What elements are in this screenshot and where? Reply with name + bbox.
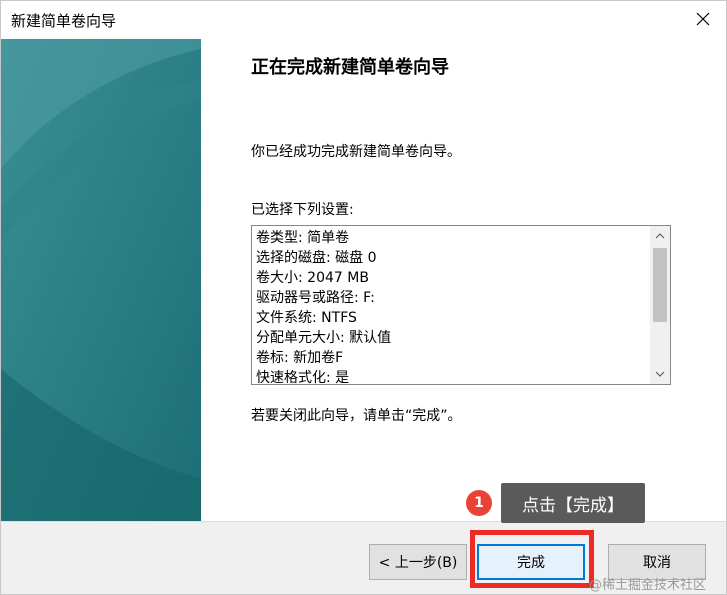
settings-item: 分配单元大小: 默认值 <box>256 330 392 346</box>
settings-label: 已选择下列设置: <box>251 202 354 218</box>
back-button[interactable]: < 上一步(B) <box>369 544 467 580</box>
settings-item: 卷大小: 2047 MB <box>256 270 369 286</box>
page-title: 正在完成新建简单卷向导 <box>251 57 449 78</box>
scroll-up-button[interactable] <box>650 226 670 246</box>
vertical-scrollbar[interactable] <box>650 226 670 384</box>
scroll-thumb[interactable] <box>653 248 667 322</box>
instruction-callout: 点击【完成】 <box>501 483 645 523</box>
close-button[interactable] <box>680 1 726 37</box>
title-bar: 新建简单卷向导 <box>1 1 726 39</box>
scroll-down-button[interactable] <box>650 364 670 384</box>
settings-list: 卷类型: 简单卷 选择的磁盘: 磁盘 0 卷大小: 2047 MB 驱动器号或路… <box>256 228 646 385</box>
wizard-content: 正在完成新建简单卷向导 你已经成功完成新建简单卷向导。 已选择下列设置: 卷类型… <box>201 39 726 521</box>
close-icon <box>696 12 710 26</box>
settings-item: 驱动器号或路径: F: <box>256 290 375 306</box>
step-badge: 1 <box>466 490 492 516</box>
settings-item: 卷类型: 简单卷 <box>256 230 350 246</box>
window-title: 新建简单卷向导 <box>11 12 117 30</box>
banner-graphic <box>1 39 201 521</box>
settings-item: 选择的磁盘: 磁盘 0 <box>256 250 377 266</box>
finish-button[interactable]: 完成 <box>477 544 585 580</box>
wizard-side-banner <box>1 39 201 521</box>
success-message: 你已经成功完成新建简单卷向导。 <box>251 144 461 160</box>
wizard-dialog: 新建简单卷向导 正在完成新建简单卷向导 你已经成功完成新建简单卷向导。 已选择下… <box>0 0 727 595</box>
watermark: @稀土掘金技术社区 <box>589 578 707 593</box>
settings-listbox[interactable]: 卷类型: 简单卷 选择的磁盘: 磁盘 0 卷大小: 2047 MB 驱动器号或路… <box>251 225 671 385</box>
settings-item: 卷标: 新加卷F <box>256 350 344 366</box>
close-hint: 若要关闭此向导，请单击“完成”。 <box>251 408 462 424</box>
settings-item: 快速格式化: 是 <box>256 370 350 385</box>
settings-item: 文件系统: NTFS <box>256 310 357 326</box>
chevron-down-icon <box>655 371 665 377</box>
chevron-up-icon <box>655 233 665 239</box>
